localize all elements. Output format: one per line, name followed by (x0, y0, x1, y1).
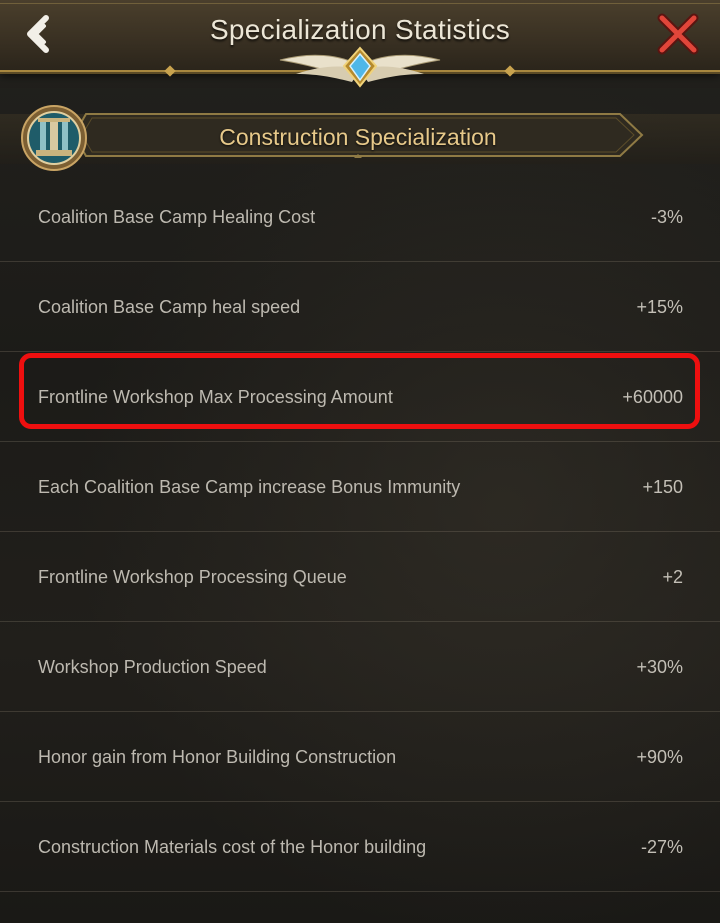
stat-value: +60000 (622, 387, 683, 407)
specialization-statistics-screen: Specialization Statistics Construction S… (0, 0, 720, 923)
section-header: Construction Specialization (0, 100, 720, 180)
stat-row: Frontline Workshop Max Processing Amount… (0, 352, 720, 442)
stat-label: Each Coalition Base Camp increase Bonus … (38, 477, 461, 497)
stat-row: Construction Materials cost of the Honor… (0, 802, 720, 892)
back-arrow-icon (27, 15, 49, 53)
stat-row: Each Coalition Base Camp increase Bonus … (0, 442, 720, 532)
stat-value: -27% (640, 837, 683, 857)
stat-label: Workshop Production Speed (38, 657, 267, 677)
stat-row: Honor gain from Honor Building Construct… (0, 712, 720, 802)
close-button[interactable] (652, 8, 704, 60)
stat-value: +15% (636, 297, 683, 317)
section-title: Construction Specialization (219, 124, 497, 150)
stat-row: Coalition Base Camp Healing Cost -3% (0, 172, 720, 262)
stat-row: Frontline Workshop Processing Queue +2 (0, 532, 720, 622)
stat-row: Workshop Production Speed +30% (0, 622, 720, 712)
stat-label: Construction Materials cost of the Honor… (38, 837, 427, 857)
header-ornament-right (504, 65, 516, 77)
stat-value: -3% (650, 207, 683, 227)
close-x-icon (657, 13, 699, 55)
stat-label: Coalition Base Camp Healing Cost (38, 207, 316, 227)
stat-value: +30% (636, 657, 683, 677)
stat-value: +90% (636, 747, 683, 767)
stat-value: +2 (662, 567, 683, 587)
header-ornament-left (164, 65, 176, 77)
stat-label: Coalition Base Camp heal speed (38, 297, 301, 317)
back-button[interactable] (18, 10, 66, 58)
stat-label: Honor gain from Honor Building Construct… (38, 747, 397, 767)
winged-gem-emblem (279, 46, 441, 88)
construction-badge-icon (21, 105, 87, 171)
stat-row: Coalition Base Camp heal speed +15% (0, 262, 720, 352)
stat-label: Frontline Workshop Max Processing Amount (38, 387, 393, 407)
stat-value: +150 (642, 477, 683, 497)
stat-label: Frontline Workshop Processing Queue (38, 567, 347, 587)
stats-list: Coalition Base Camp Healing Cost -3% Coa… (0, 172, 720, 892)
